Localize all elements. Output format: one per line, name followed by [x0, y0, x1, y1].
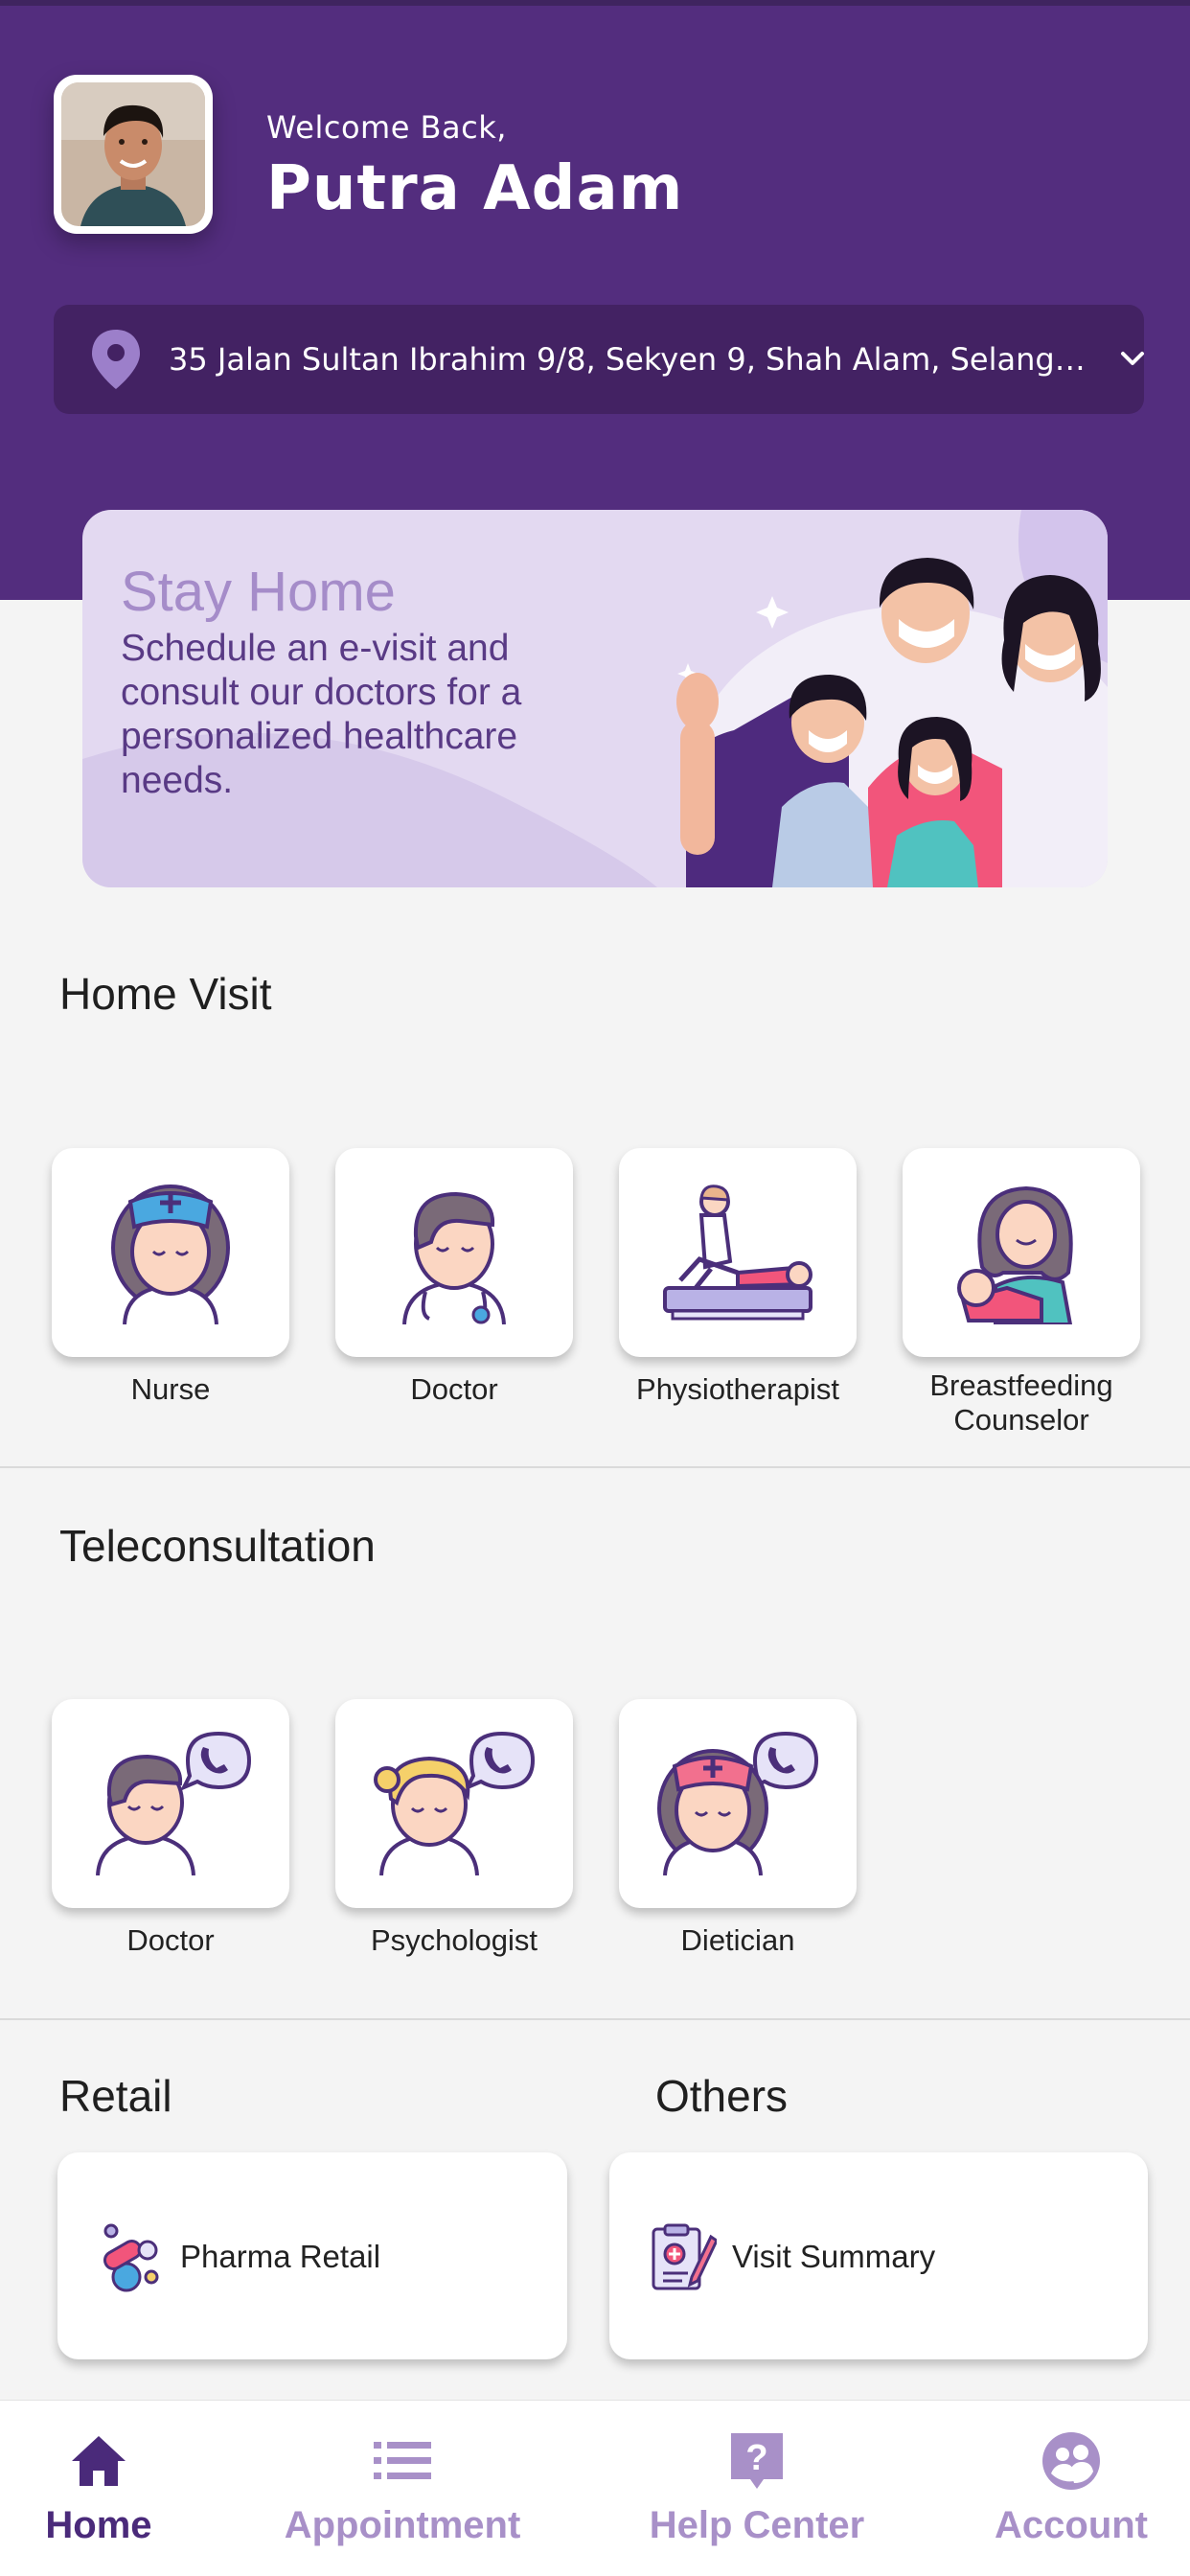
- nav-home-label: Home: [45, 2504, 152, 2546]
- section-divider: [0, 1466, 1190, 1468]
- home-visit-title: Home Visit: [59, 969, 272, 1019]
- svg-text:?: ?: [745, 2438, 767, 2478]
- nav-account[interactable]: Account: [977, 2401, 1165, 2576]
- home-visit-physiotherapist-label: Physiotherapist: [636, 1372, 839, 1406]
- home-visit-physiotherapist-card[interactable]: [619, 1148, 857, 1357]
- list-icon: [374, 2429, 431, 2493]
- home-visit-breastfeeding-label: Breastfeeding Counselor: [929, 1368, 1113, 1437]
- doctor-icon: [402, 1191, 506, 1324]
- others-title: Others: [655, 2071, 789, 2121]
- section-divider: [0, 2018, 1190, 2020]
- address-text: 35 Jalan Sultan Ibrahim 9/8, Sekyen 9, S…: [169, 341, 1088, 378]
- banner-text: Schedule an e-visit and consult our doct…: [121, 628, 522, 801]
- tele-doctor-label: Doctor: [126, 1923, 215, 1957]
- nav-appointment-label: Appointment: [284, 2504, 521, 2546]
- address-selector[interactable]: 35 Jalan Sultan Ibrahim 9/8, Sekyen 9, S…: [54, 305, 1144, 414]
- doctor-call-icon: [96, 1732, 252, 1875]
- avatar[interactable]: [54, 75, 213, 234]
- nav-home[interactable]: Home: [0, 2401, 197, 2576]
- visit-summary-card[interactable]: Visit Summary: [609, 2152, 1148, 2359]
- pills-icon: [98, 2223, 165, 2297]
- help-icon: ?: [729, 2429, 785, 2493]
- home-visit-doctor-card[interactable]: [335, 1148, 573, 1357]
- location-pin-icon: [88, 328, 144, 396]
- account-icon: [1041, 2429, 1101, 2493]
- home-visit-nurse-card[interactable]: [52, 1148, 289, 1357]
- teleconsultation-title: Teleconsultation: [59, 1521, 376, 1571]
- nav-help-center-label: Help Center: [649, 2504, 865, 2546]
- banner-title: Stay Home: [121, 561, 396, 623]
- tele-dietician-card[interactable]: [619, 1699, 857, 1908]
- tele-doctor-card[interactable]: [52, 1699, 289, 1908]
- clipboard-icon: [650, 2223, 719, 2297]
- home-icon: [70, 2429, 127, 2493]
- home-visit-doctor-label: Doctor: [410, 1372, 498, 1406]
- welcome-text: Welcome Back,: [266, 109, 507, 146]
- pharma-retail-card[interactable]: Pharma Retail: [57, 2152, 567, 2359]
- stay-home-banner[interactable]: Stay Home Schedule an e-visit and consul…: [82, 510, 1108, 887]
- physiotherapist-icon: [663, 1184, 812, 1321]
- nav-account-label: Account: [995, 2504, 1148, 2546]
- pharma-retail-label: Pharma Retail: [180, 2239, 381, 2274]
- nurse-icon: [111, 1184, 230, 1324]
- dietician-call-icon: [657, 1732, 819, 1875]
- home-visit-nurse-label: Nurse: [130, 1372, 211, 1406]
- tele-psychologist-card[interactable]: [335, 1699, 573, 1908]
- tele-dietician-label: Dietician: [680, 1923, 795, 1957]
- breastfeeding-icon: [957, 1185, 1073, 1324]
- family-illustration: [676, 558, 1108, 887]
- tele-psychologist-label: Psychologist: [370, 1923, 538, 1957]
- bottom-nav: Home Appointment ? Help Center Account: [0, 2400, 1190, 2576]
- chevron-down-icon[interactable]: [1117, 343, 1148, 379]
- user-name: Putra Adam: [266, 153, 684, 224]
- status-strip: [0, 0, 1190, 6]
- nav-appointment[interactable]: Appointment: [259, 2401, 546, 2576]
- nav-help-center[interactable]: ? Help Center: [632, 2401, 881, 2576]
- profile-photo: [61, 82, 205, 226]
- visit-summary-label: Visit Summary: [732, 2239, 936, 2274]
- psychologist-call-icon: [374, 1732, 536, 1875]
- retail-title: Retail: [59, 2071, 172, 2121]
- home-visit-breastfeeding-card[interactable]: [903, 1148, 1140, 1357]
